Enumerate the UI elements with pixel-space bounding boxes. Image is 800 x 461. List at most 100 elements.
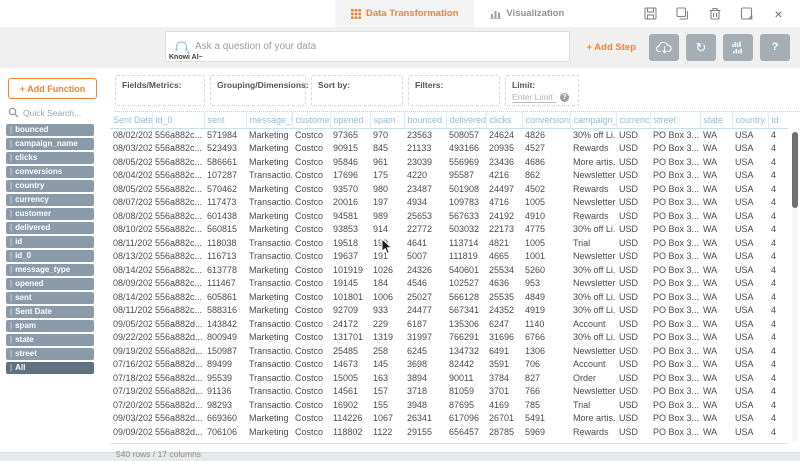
table-cell: 101919	[330, 263, 370, 277]
column-header-street[interactable]: street	[650, 112, 700, 128]
field-tag-country[interactable]: |country	[6, 180, 94, 192]
equalizer-bars-icon	[731, 41, 745, 54]
field-tag-delivered[interactable]: |delivered	[6, 222, 94, 234]
table-cell: 556a882c...	[152, 223, 204, 237]
field-tag-conversions[interactable]: |conversions	[6, 166, 94, 178]
field-tag-id-0[interactable]: |id_0	[6, 250, 94, 262]
table-vertical-scrollbar[interactable]	[792, 130, 798, 442]
column-header-currency[interactable]: currency	[616, 112, 650, 128]
field-tag-street[interactable]: |street	[6, 348, 94, 360]
refresh-button[interactable]: ↻	[686, 34, 716, 61]
limit-input[interactable]	[512, 92, 556, 103]
table-cell: Costco	[292, 290, 330, 304]
table-cell: 556a882c...	[152, 128, 204, 142]
table-cell: 90915	[330, 142, 370, 156]
table-cell: USA	[732, 412, 768, 426]
column-header-opened[interactable]: opened	[330, 112, 370, 128]
table-cell: 556a882c...	[152, 290, 204, 304]
column-header-state[interactable]: state	[700, 112, 732, 128]
scrollbar-thumb[interactable]	[792, 132, 798, 208]
filters-dropzone[interactable]: Filters:	[408, 75, 500, 106]
column-header-clicks[interactable]: clicks	[486, 112, 522, 128]
field-tag-all[interactable]: |All	[6, 362, 94, 374]
tab-visualization[interactable]: Visualization	[474, 0, 580, 27]
drag-handle-icon: |	[10, 292, 12, 304]
table-cell: 113714	[446, 236, 486, 250]
field-tag-spam[interactable]: |spam	[6, 320, 94, 332]
table-cell: Costco	[292, 128, 330, 142]
sort-by-dropzone[interactable]: Sort by:	[311, 75, 403, 106]
field-tag-label: delivered	[15, 222, 50, 234]
table-cell: Transactio...	[246, 398, 292, 412]
field-tag-label: id	[15, 236, 22, 248]
field-tag-state[interactable]: |state	[6, 334, 94, 346]
table-cell: USD	[616, 385, 650, 399]
add-step-button[interactable]: + Add Step	[586, 42, 636, 53]
column-header-conversions[interactable]: conversions	[522, 112, 570, 128]
table-cell: 556a882c...	[152, 277, 204, 291]
table-cell: USD	[616, 263, 650, 277]
table-cell: 08/08/202...	[110, 209, 152, 223]
field-tag-clicks[interactable]: |clicks	[6, 152, 94, 164]
table-cell: 556a882d...	[152, 317, 204, 331]
column-header-country[interactable]: country	[732, 112, 768, 128]
table-cell: 24172	[330, 317, 370, 331]
column-header-delivered[interactable]: delivered	[446, 112, 486, 128]
field-tag-sent[interactable]: |sent	[6, 292, 94, 304]
table-cell: 5007	[404, 250, 446, 264]
column-header-customer[interactable]: customer	[292, 112, 330, 128]
fields-metrics-dropzone[interactable]: Fields/Metrics:	[115, 75, 205, 106]
drag-handle-icon: |	[10, 208, 12, 220]
field-tag-customer[interactable]: |customer	[6, 208, 94, 220]
column-header-sent-date[interactable]: Sent Date	[110, 112, 152, 128]
data-stats-button[interactable]	[723, 34, 753, 61]
table-cell: 4527	[522, 142, 570, 156]
table-cell: WA	[700, 425, 732, 439]
table-cell: 16902	[330, 398, 370, 412]
add-function-button[interactable]: + Add Function	[8, 78, 97, 99]
column-header-spam[interactable]: spam	[370, 112, 404, 128]
table-cell: 24192	[486, 209, 522, 223]
table-cell: 95846	[330, 155, 370, 169]
column-header-bounced[interactable]: bounced	[404, 112, 446, 128]
column-header-campaign-[interactable]: campaign_...	[570, 112, 616, 128]
table-cell: 143842	[204, 317, 246, 331]
field-tag-bounced[interactable]: |bounced	[6, 124, 94, 136]
table-cell: 117473	[204, 196, 246, 210]
delete-button[interactable]	[707, 6, 722, 21]
table-cell: 08/02/202...	[110, 128, 152, 142]
field-tag-currency[interactable]: |currency	[6, 194, 94, 206]
ask-question-box[interactable]: Knowi AI~	[165, 31, 570, 62]
export-button[interactable]	[739, 6, 754, 21]
field-tag-label: sent	[15, 292, 31, 304]
table-cell: Newsletter	[570, 196, 616, 210]
column-header-id[interactable]: id	[768, 112, 788, 128]
field-tag-id[interactable]: |id	[6, 236, 94, 248]
view-tabs: Data Transformation Visualization	[335, 0, 580, 27]
table-cell: USD	[616, 277, 650, 291]
table-cell: 827	[522, 371, 570, 385]
table-cell: Rewards	[570, 182, 616, 196]
table-cell: WA	[700, 209, 732, 223]
table-cell: 155	[370, 398, 404, 412]
save-button[interactable]	[643, 6, 658, 21]
field-tag-message-type[interactable]: |message_type	[6, 264, 94, 276]
help-button[interactable]: ?	[760, 34, 790, 61]
ask-question-input[interactable]	[195, 41, 561, 52]
table-cell: 24497	[486, 182, 522, 196]
close-button[interactable]: ×	[771, 6, 786, 21]
drag-handle-icon: |	[10, 166, 12, 178]
table-cell: 556a882c...	[152, 236, 204, 250]
tab-data-transformation[interactable]: Data Transformation	[335, 0, 474, 27]
column-header-id-0[interactable]: id_0	[152, 112, 204, 128]
column-header-message-t-[interactable]: message_t...	[246, 112, 292, 128]
field-tag-campaign-name[interactable]: |campaign_name	[6, 138, 94, 150]
field-tag-sent-date[interactable]: |Sent Date	[6, 306, 94, 318]
table-cell: USD	[616, 371, 650, 385]
quick-search-input[interactable]	[23, 108, 93, 118]
clone-button[interactable]	[675, 6, 690, 21]
field-tag-opened[interactable]: |opened	[6, 278, 94, 290]
grouping-dimensions-dropzone[interactable]: Grouping/Dimensions:	[210, 75, 306, 106]
column-header-sent[interactable]: sent	[204, 112, 246, 128]
download-button[interactable]	[649, 34, 679, 61]
